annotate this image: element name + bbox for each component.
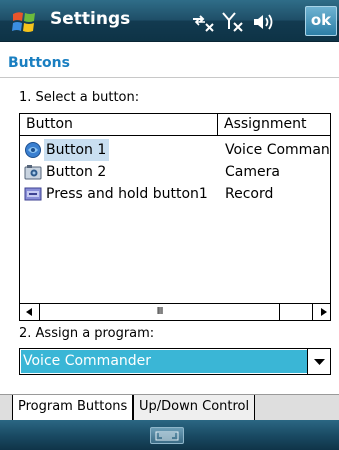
dropdown-button[interactable] <box>307 349 330 374</box>
voice-button-icon <box>25 142 41 158</box>
record-button-icon <box>24 187 42 201</box>
select-button-label: 1. Select a button: <box>19 90 140 105</box>
buttons-list[interactable]: Button Assignment Button 1 Voice Comman … <box>19 113 331 321</box>
row-button-name: Press and hold button1 <box>46 186 208 202</box>
tab-program-buttons[interactable]: Program Buttons <box>12 395 134 423</box>
list-item[interactable]: Button 1 Voice Comman <box>20 139 330 161</box>
section-title: Buttons <box>8 55 70 71</box>
title-bar: Settings ok <box>0 0 339 42</box>
program-select[interactable]: Voice Commander <box>19 348 331 375</box>
row-assignment: Record <box>225 186 274 202</box>
list-item[interactable]: Button 2 Camera <box>20 161 330 183</box>
column-header-assignment[interactable]: Assignment <box>218 114 330 136</box>
arrow-right-icon <box>321 308 327 316</box>
row-assignment: Voice Comman <box>225 142 330 158</box>
connectivity-icon[interactable] <box>191 12 215 32</box>
speaker-icon[interactable] <box>252 12 276 32</box>
row-button-name: Button 1 <box>44 139 110 161</box>
windows-start-icon[interactable] <box>10 8 38 36</box>
chevron-down-icon <box>314 359 325 365</box>
scroll-left-button[interactable] <box>20 304 40 320</box>
row-button-name: Button 2 <box>46 164 107 180</box>
ok-button[interactable]: ok <box>305 6 337 36</box>
row-assignment: Camera <box>225 164 280 180</box>
signal-off-icon[interactable] <box>222 12 244 32</box>
scroll-right-button[interactable] <box>312 304 330 320</box>
menu-bar <box>0 420 339 450</box>
assign-program-label: 2. Assign a program: <box>19 326 155 341</box>
arrow-left-icon <box>26 308 32 316</box>
horizontal-scrollbar[interactable]: III <box>20 303 330 320</box>
keyboard-icon[interactable] <box>150 427 184 444</box>
scroll-thumb[interactable]: III <box>40 304 280 320</box>
list-item[interactable]: Press and hold button1 Record <box>20 183 330 205</box>
app-title: Settings <box>50 9 131 29</box>
column-header-button[interactable]: Button <box>20 114 218 136</box>
header-divider <box>0 77 339 78</box>
camera-button-icon <box>24 165 42 180</box>
program-select-value: Voice Commander <box>21 350 307 373</box>
tab-up-down-control[interactable]: Up/Down Control <box>133 395 256 421</box>
